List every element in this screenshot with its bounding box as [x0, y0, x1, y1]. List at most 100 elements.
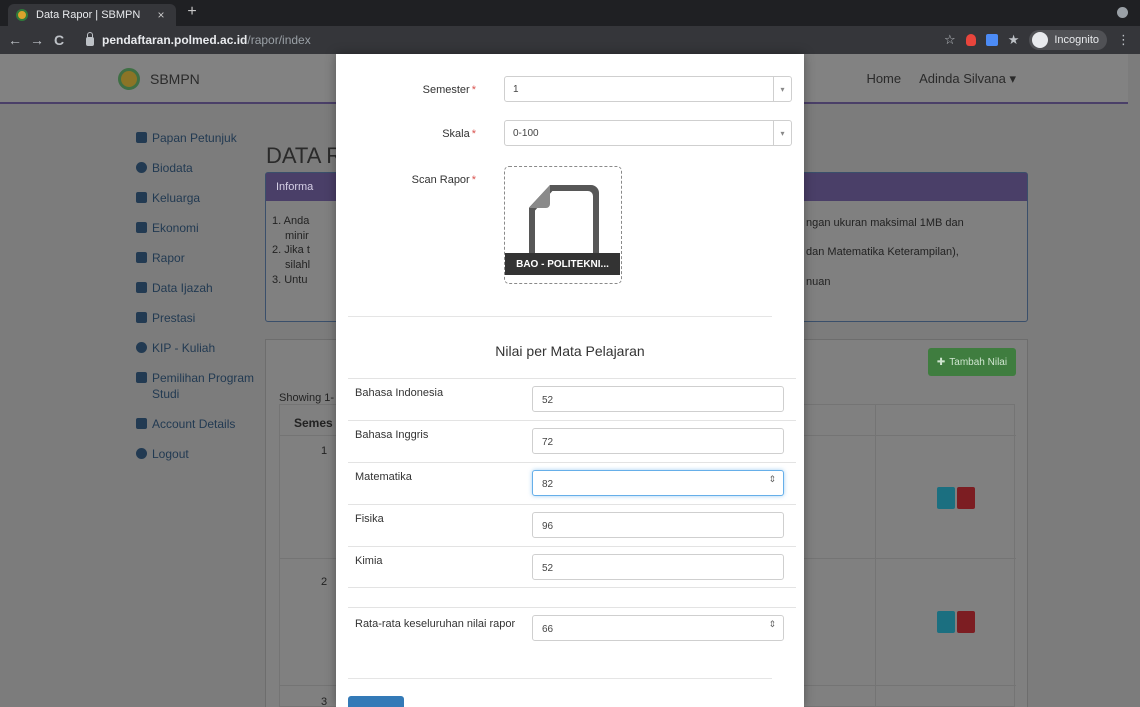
star-icon: [136, 312, 147, 323]
column-header-semester: Semes: [294, 416, 333, 430]
stepper-icon[interactable]: ⇕: [768, 475, 776, 484]
bookmark-icon: [136, 132, 147, 143]
forward-button[interactable]: →: [26, 32, 48, 48]
grade-value: 52: [542, 563, 554, 574]
sidebar-item-label: Data Ijazah: [152, 281, 213, 295]
average-value: 66: [542, 624, 554, 635]
rapor-form-modal: Semester * 1 ▾ Skala * 0-100 ▾ Scan Rapor *…: [336, 54, 804, 707]
view-button[interactable]: [937, 611, 955, 633]
grade-input-fisika[interactable]: 96: [532, 512, 784, 538]
skala-select[interactable]: 0-100 ▾: [504, 120, 792, 146]
browser-menu-icon[interactable]: ⋮: [1117, 32, 1130, 48]
incognito-badge[interactable]: Incognito: [1029, 30, 1107, 50]
brand-logo-icon: [118, 68, 140, 90]
subject-label: Kimia: [355, 555, 383, 567]
average-label: Rata-rata keseluruhan nilai rapor: [355, 618, 516, 630]
browser-tab[interactable]: Data Rapor | SBMPN ×: [8, 4, 176, 26]
sidebar-item-label: Account Details: [152, 417, 236, 431]
window-control-icon[interactable]: [1117, 7, 1128, 18]
back-button[interactable]: ←: [4, 32, 26, 48]
required-mark: *: [471, 128, 476, 140]
scan-rapor-label: Scan Rapor *: [412, 174, 476, 186]
average-row: Rata-rata keseluruhan nilai rapor 66 ⇕: [348, 607, 796, 657]
sidebar-item-account-details[interactable]: Account Details: [136, 416, 256, 432]
user-icon: [136, 418, 147, 429]
extension-icon[interactable]: [965, 34, 976, 46]
site-favicon-icon: [16, 9, 28, 21]
grade-input-bahasa-indonesia[interactable]: 52: [532, 386, 784, 412]
nav-home-link[interactable]: Home: [866, 71, 901, 87]
stepper-icon[interactable]: ⇕: [768, 620, 776, 629]
skala-label: Skala *: [442, 128, 476, 140]
add-grade-label: Tambah Nilai: [949, 356, 1008, 368]
sidebar-item-rapor[interactable]: Rapor: [136, 250, 256, 266]
delete-button[interactable]: [957, 611, 975, 633]
grade-value: 72: [542, 437, 554, 448]
info-text: minir: [285, 230, 309, 242]
subject-row: Matematika 82 ⇕: [348, 462, 796, 504]
new-tab-button[interactable]: +: [182, 3, 202, 21]
semester-label-text: Semester: [422, 84, 470, 96]
reload-button[interactable]: C: [48, 32, 70, 48]
money-icon: [136, 222, 147, 233]
home-icon: [136, 192, 147, 203]
user-menu[interactable]: Adinda Silvana ▾: [919, 71, 1016, 87]
subject-row: Bahasa Inggris 72: [348, 420, 796, 462]
scan-rapor-dropzone[interactable]: BAO - POLITEKNI...: [504, 166, 622, 284]
extensions-puzzle-icon[interactable]: ★: [1008, 32, 1020, 48]
power-icon: [136, 448, 147, 459]
sidebar-item-pemilihan-program-studi[interactable]: Pemilihan Program Studi: [136, 370, 256, 402]
add-grade-button[interactable]: ✚ Tambah Nilai: [928, 348, 1016, 376]
submit-button[interactable]: [348, 696, 404, 707]
row-semester: 2: [321, 576, 328, 588]
semester-select-value: 1: [513, 84, 519, 95]
sidebar-item-data-ijazah[interactable]: Data Ijazah: [136, 280, 256, 296]
skala-label-text: Skala: [442, 128, 470, 140]
section-title: Nilai per Mata Pelajaran: [495, 343, 645, 359]
browser-toolbar: ← → C pendaftaran.polmed.ac.id/rapor/ind…: [0, 26, 1140, 54]
toolbar-actions: ☆ ★ Incognito ⋮: [944, 30, 1130, 50]
sidebar-item-logout[interactable]: Logout: [136, 446, 256, 462]
required-mark: *: [471, 84, 476, 96]
tab-close-icon[interactable]: ×: [154, 8, 168, 22]
sidebar-item-label: KIP - Kuliah: [152, 341, 216, 355]
table-divider: [875, 405, 876, 707]
subject-row: Kimia 52: [348, 546, 796, 588]
sidebar-item-label: Pemilihan Program Studi: [152, 371, 255, 401]
sidebar: Papan Petunjuk Biodata Keluarga Ekonomi …: [136, 130, 256, 476]
site-brand[interactable]: SBMPN: [118, 68, 200, 90]
grade-value: 52: [542, 395, 554, 406]
average-input[interactable]: 66 ⇕: [532, 615, 784, 641]
sidebar-item-papan-petunjuk[interactable]: Papan Petunjuk: [136, 130, 256, 146]
info-icon: [136, 162, 147, 173]
sidebar-item-kip-kuliah[interactable]: KIP - Kuliah: [136, 340, 256, 356]
grade-input-kimia[interactable]: 52: [532, 554, 784, 580]
view-button[interactable]: [937, 487, 955, 509]
semester-select[interactable]: 1 ▾: [504, 76, 792, 102]
extension-icon[interactable]: [985, 34, 998, 46]
bookmark-star-icon[interactable]: ☆: [944, 32, 956, 48]
sidebar-item-biodata[interactable]: Biodata: [136, 160, 256, 176]
subject-row: Fisika 96: [348, 504, 796, 546]
sidebar-item-ekonomi[interactable]: Ekonomi: [136, 220, 256, 236]
pagination-summary: Showing 1-: [279, 392, 335, 404]
sidebar-item-label: Keluarga: [152, 191, 201, 205]
sidebar-item-keluarga[interactable]: Keluarga: [136, 190, 256, 206]
incognito-label: Incognito: [1054, 34, 1099, 46]
grade-input-matematika[interactable]: 82 ⇕: [532, 470, 784, 496]
info-text: 1. Anda: [272, 215, 310, 227]
checkbox-icon: [136, 282, 147, 293]
circle-dot-icon: [136, 342, 147, 353]
grade-input-bahasa-inggris[interactable]: 72: [532, 428, 784, 454]
incognito-icon: [1032, 32, 1049, 48]
sidebar-item-label: Papan Petunjuk: [152, 131, 237, 145]
subject-label: Fisika: [355, 513, 384, 525]
page-title: DATA R: [266, 143, 343, 168]
lock-icon: [86, 31, 94, 46]
delete-button[interactable]: [957, 487, 975, 509]
brand-name: SBMPN: [150, 71, 200, 87]
subject-row: Bahasa Indonesia 52: [348, 378, 796, 420]
sidebar-item-label: Rapor: [152, 251, 185, 265]
sidebar-item-prestasi[interactable]: Prestasi: [136, 310, 256, 326]
info-text: 2. Jika t: [272, 244, 310, 256]
